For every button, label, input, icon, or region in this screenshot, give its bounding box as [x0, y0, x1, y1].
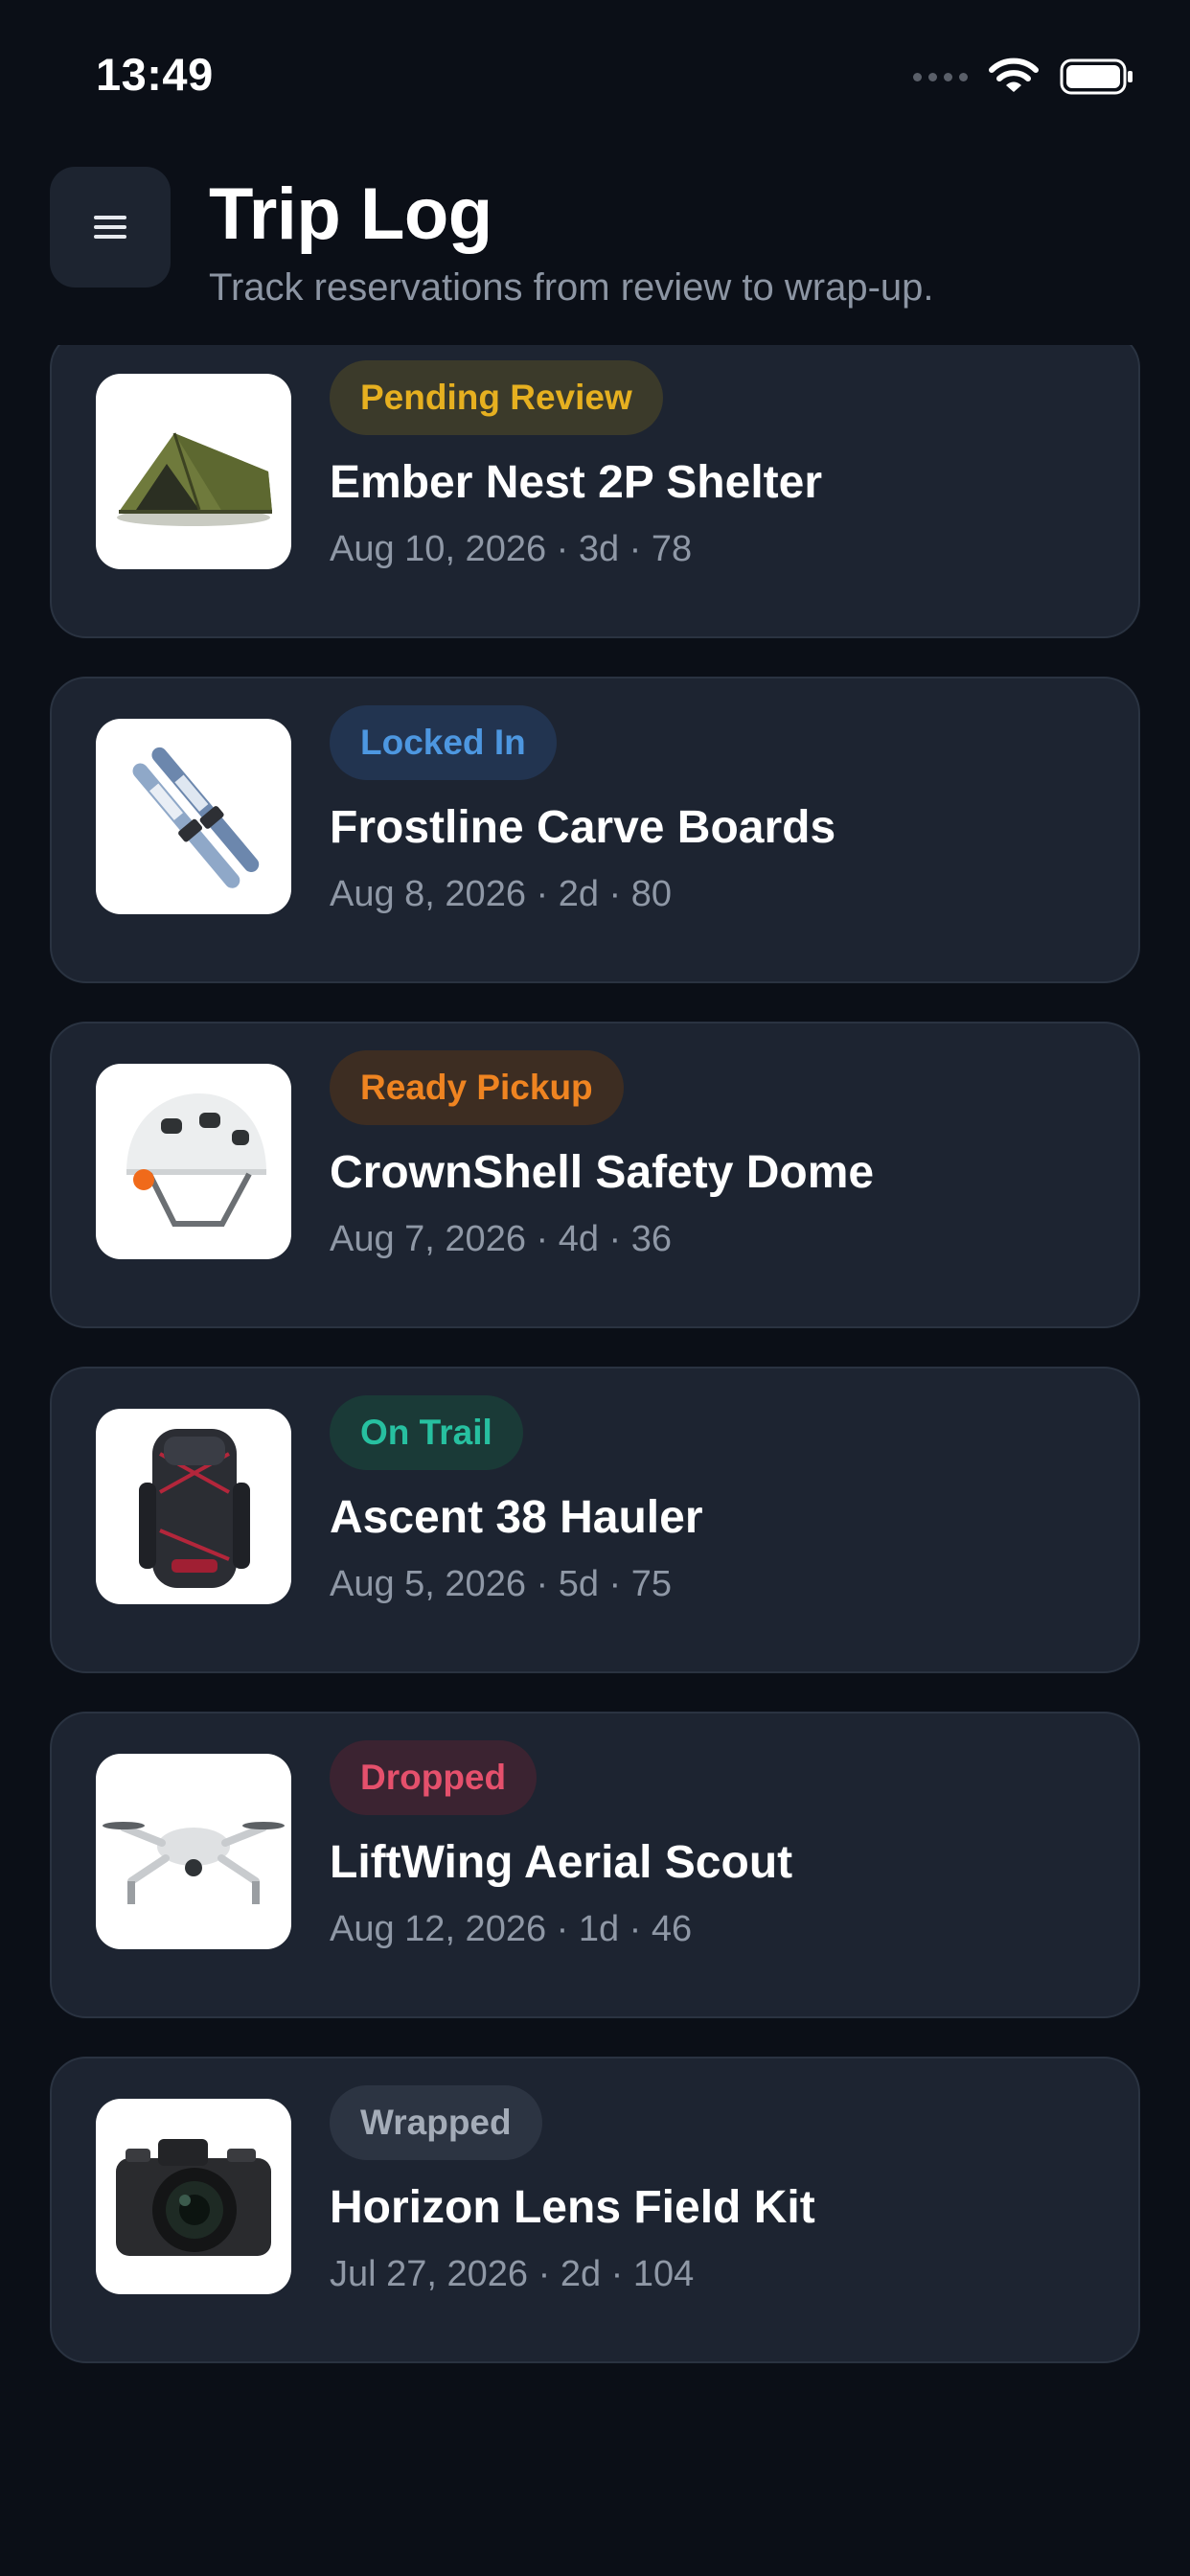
cellular-signal-icon: [913, 72, 968, 81]
item-meta: Aug 5, 2026 · 5d · 75: [330, 1564, 673, 1604]
status-badge: Ready Pickup: [330, 1050, 624, 1125]
gear-thumbnail: [96, 1064, 291, 1259]
item-name: Ascent 38 Hauler: [330, 1492, 703, 1543]
menu-button[interactable]: [50, 167, 171, 288]
item-meta: Aug 10, 2026 · 3d · 78: [330, 529, 693, 569]
trip-card[interactable]: Locked In Frostline Carve Boards Aug 8, 20…: [50, 677, 1140, 983]
trip-card[interactable]: Dropped LiftWing Aerial Scout Aug 12, 2026…: [50, 1712, 1140, 2018]
item-meta: Aug 12, 2026 · 1d · 46: [330, 1909, 693, 1949]
battery-icon: [1060, 58, 1133, 95]
gear-thumbnail: [96, 719, 291, 914]
trip-card[interactable]: Ready Pickup CrownShell Safety Dome Aug 7,…: [50, 1022, 1140, 1328]
trip-card[interactable]: Wrapped Horizon Lens Field Kit Jul 27, 202…: [50, 2057, 1140, 2363]
item-name: Ember Nest 2P Shelter: [330, 457, 823, 508]
app-header: Trip Log Track reservations from review …: [0, 144, 1190, 345]
tent-icon: [107, 404, 280, 539]
trip-card[interactable]: On Trail Ascent 38 Hauler Aug 5, 2026 · 5d…: [50, 1367, 1140, 1673]
trip-card[interactable]: Pending Review Ember Nest 2P Shelter Aug 1…: [50, 332, 1140, 638]
camera-icon: [103, 2120, 285, 2273]
drone-icon: [103, 1789, 285, 1914]
gear-thumbnail: [96, 2099, 291, 2294]
item-name: CrownShell Safety Dome: [330, 1147, 875, 1198]
item-name: Horizon Lens Field Kit: [330, 2182, 815, 2233]
item-meta: Aug 8, 2026 · 2d · 80: [330, 874, 673, 914]
status-bar: 13:49: [0, 0, 1190, 144]
status-badge: Wrapped: [330, 2085, 542, 2160]
hamburger-icon: [94, 216, 126, 239]
status-badge: Pending Review: [330, 360, 663, 435]
page-subtitle: Track reservations from review to wrap-u…: [209, 266, 934, 309]
status-badge: Locked In: [330, 705, 557, 780]
gear-thumbnail: [96, 1754, 291, 1949]
helmet-icon: [107, 1080, 280, 1243]
backpack-icon: [122, 1415, 265, 1598]
skis-icon: [107, 730, 280, 903]
item-meta: Aug 7, 2026 · 4d · 36: [330, 1219, 673, 1259]
status-badge: On Trail: [330, 1395, 523, 1470]
status-time: 13:49: [96, 49, 214, 100]
item-meta: Jul 27, 2026 · 2d · 104: [330, 2254, 695, 2294]
item-name: LiftWing Aerial Scout: [330, 1837, 793, 1888]
gear-thumbnail: [96, 374, 291, 569]
wifi-icon: [989, 58, 1039, 92]
trip-log-screen: 13:49 Pending Review Ember Nest 2P Shelte…: [0, 0, 1190, 2576]
status-indicators: [913, 56, 1134, 98]
gear-thumbnail: [96, 1409, 291, 1604]
page-title: Trip Log: [209, 173, 492, 255]
item-name: Frostline Carve Boards: [330, 802, 836, 853]
status-badge: Dropped: [330, 1740, 538, 1815]
